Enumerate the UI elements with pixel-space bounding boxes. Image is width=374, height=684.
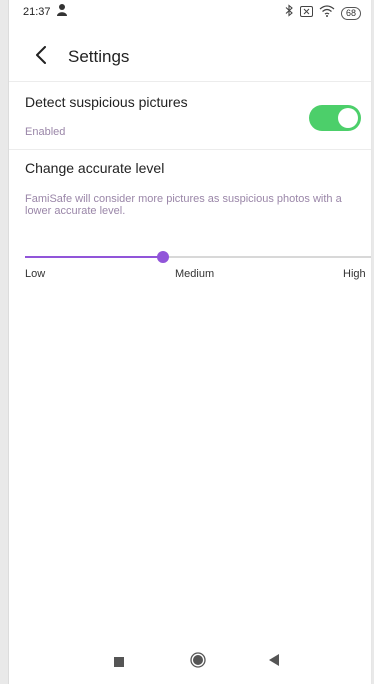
detect-title: Detect suspicious pictures [25,94,188,110]
person-icon [56,3,68,22]
toggle-knob [338,108,358,128]
back-button[interactable] [29,42,53,72]
detect-suspicious-setting: Detect suspicious pictures Enabled [9,82,371,148]
detect-toggle[interactable] [309,105,361,131]
sim-icon [299,4,313,22]
status-time: 21:37 [23,6,51,18]
level-label-low: Low [25,268,46,280]
level-label-high: High [343,268,366,280]
slider-thumb[interactable] [157,251,170,263]
nav-bar [9,650,371,676]
status-icons: 68 [285,4,361,22]
accuracy-slider[interactable] [25,250,371,264]
level-label-medium: Medium [175,268,215,280]
recents-square-icon[interactable] [114,654,124,672]
accuracy-description: FamiSafe will consider more pictures as … [25,193,342,217]
home-circle-icon[interactable] [190,652,206,673]
header: Settings [9,38,371,78]
screen: 21:37 68 Settings Detect suspicious pict… [8,0,372,684]
back-triangle-icon[interactable] [269,653,279,671]
section-divider [9,149,371,150]
chevron-left-icon [35,45,47,69]
slider-fill [25,256,164,258]
accuracy-title: Change accurate level [25,160,165,176]
battery-icon: 68 [340,6,361,20]
wifi-icon [319,4,335,22]
status-bar: 21:37 68 [9,0,371,24]
page-title: Settings [68,47,130,66]
detect-status: Enabled [25,126,66,138]
bluetooth-icon [285,4,294,22]
